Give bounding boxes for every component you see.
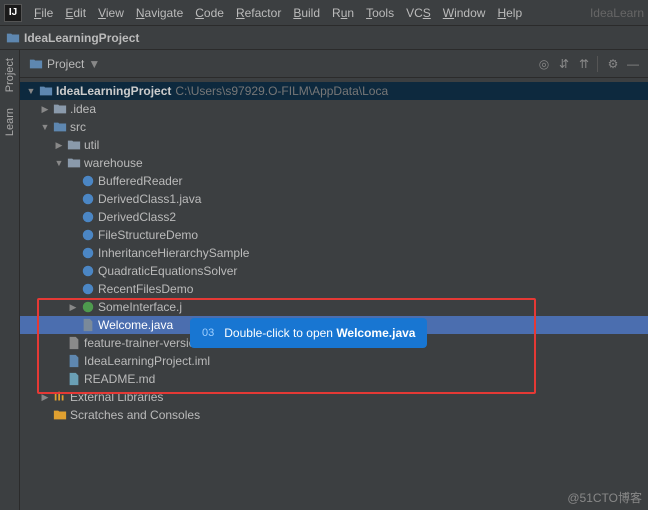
- hide-icon[interactable]: —: [624, 55, 642, 73]
- class-icon: [81, 282, 95, 296]
- tree-item[interactable]: ▶ .idea: [20, 100, 648, 118]
- folder-icon: [39, 84, 53, 98]
- tree-item[interactable]: BufferedReader: [20, 172, 648, 190]
- class-icon: [81, 228, 95, 242]
- breadcrumb: IdeaLearningProject: [0, 26, 648, 50]
- interface-icon: [81, 300, 95, 314]
- tree-item[interactable]: DerivedClass2: [20, 208, 648, 226]
- tree-item[interactable]: IdeaLearningProject.iml: [20, 352, 648, 370]
- tree-item[interactable]: QuadraticEquationsSolver: [20, 262, 648, 280]
- folder-icon: [53, 120, 67, 134]
- tree-item[interactable]: ▶SomeInterface.j: [20, 298, 648, 316]
- tree-item[interactable]: Scratches and Consoles: [20, 406, 648, 424]
- menu-refactor[interactable]: Refactor: [230, 6, 287, 20]
- tree-item[interactable]: ▼ src: [20, 118, 648, 136]
- project-panel: Project ▼ ◎ ⇵ ⇈ ⚙ — ▼ IdeaLearningProjec…: [20, 50, 648, 510]
- title-project: IdeaLearn: [590, 6, 644, 20]
- menu-help[interactable]: Help: [491, 6, 528, 20]
- tree-item[interactable]: FileStructureDemo: [20, 226, 648, 244]
- menu-navigate[interactable]: Navigate: [130, 6, 189, 20]
- project-tree[interactable]: ▼ IdeaLearningProject C:\Users\s97929.O-…: [20, 78, 648, 510]
- tree-item[interactable]: DerivedClass1.java: [20, 190, 648, 208]
- md-icon: [67, 372, 81, 386]
- iml-icon: [67, 354, 81, 368]
- collapse-all-icon[interactable]: ⇈: [575, 55, 593, 73]
- class-icon: [81, 264, 95, 278]
- project-view-icon: [29, 57, 43, 71]
- folder-icon: [53, 102, 67, 116]
- locate-icon[interactable]: ◎: [535, 55, 553, 73]
- menu-code[interactable]: Code: [189, 6, 230, 20]
- folder-icon: [6, 31, 20, 45]
- expand-all-icon[interactable]: ⇵: [555, 55, 573, 73]
- hint-step-number: 03: [202, 327, 214, 339]
- file-icon: [67, 336, 81, 350]
- app-logo-icon: IJ: [4, 4, 22, 22]
- class-icon: [81, 210, 95, 224]
- menu-run[interactable]: Run: [326, 6, 360, 20]
- menu-tools[interactable]: Tools: [360, 6, 400, 20]
- folder-icon: [67, 138, 81, 152]
- breadcrumb-project[interactable]: IdeaLearningProject: [24, 31, 139, 45]
- tree-root[interactable]: ▼ IdeaLearningProject C:\Users\s97929.O-…: [20, 82, 648, 100]
- tree-item[interactable]: ▶External Libraries: [20, 388, 648, 406]
- class-icon: [81, 174, 95, 188]
- class-icon: [81, 192, 95, 206]
- panel-header: Project ▼ ◎ ⇵ ⇈ ⚙ —: [20, 50, 648, 78]
- menu-vcs[interactable]: VCS: [400, 6, 437, 20]
- library-icon: [53, 390, 67, 404]
- menu-window[interactable]: Window: [437, 6, 492, 20]
- tab-learn[interactable]: Learn: [4, 104, 16, 140]
- panel-title[interactable]: Project: [47, 57, 84, 71]
- menu-file[interactable]: File: [28, 6, 59, 20]
- tree-item[interactable]: RecentFilesDemo: [20, 280, 648, 298]
- menu-view[interactable]: View: [92, 6, 130, 20]
- tree-item[interactable]: README.md: [20, 370, 648, 388]
- scratch-icon: [53, 408, 67, 422]
- menu-edit[interactable]: Edit: [59, 6, 92, 20]
- gear-icon[interactable]: ⚙: [604, 55, 622, 73]
- watermark: @51CTO博客: [567, 489, 642, 506]
- tree-item[interactable]: InheritanceHierarchySample: [20, 244, 648, 262]
- menu-build[interactable]: Build: [287, 6, 326, 20]
- folder-icon: [67, 156, 81, 170]
- menubar: IJ File Edit View Navigate Code Refactor…: [0, 0, 648, 26]
- java-file-icon: [81, 318, 95, 332]
- tree-item[interactable]: ▶ util: [20, 136, 648, 154]
- tab-project[interactable]: Project: [4, 54, 16, 96]
- tool-window-tabs: Project Learn: [0, 50, 20, 510]
- class-icon: [81, 246, 95, 260]
- tree-item[interactable]: ▼ warehouse: [20, 154, 648, 172]
- hint-tooltip: 03 Double-click to open Welcome.java: [190, 318, 427, 348]
- hint-text: Double-click to open Welcome.java: [224, 326, 415, 340]
